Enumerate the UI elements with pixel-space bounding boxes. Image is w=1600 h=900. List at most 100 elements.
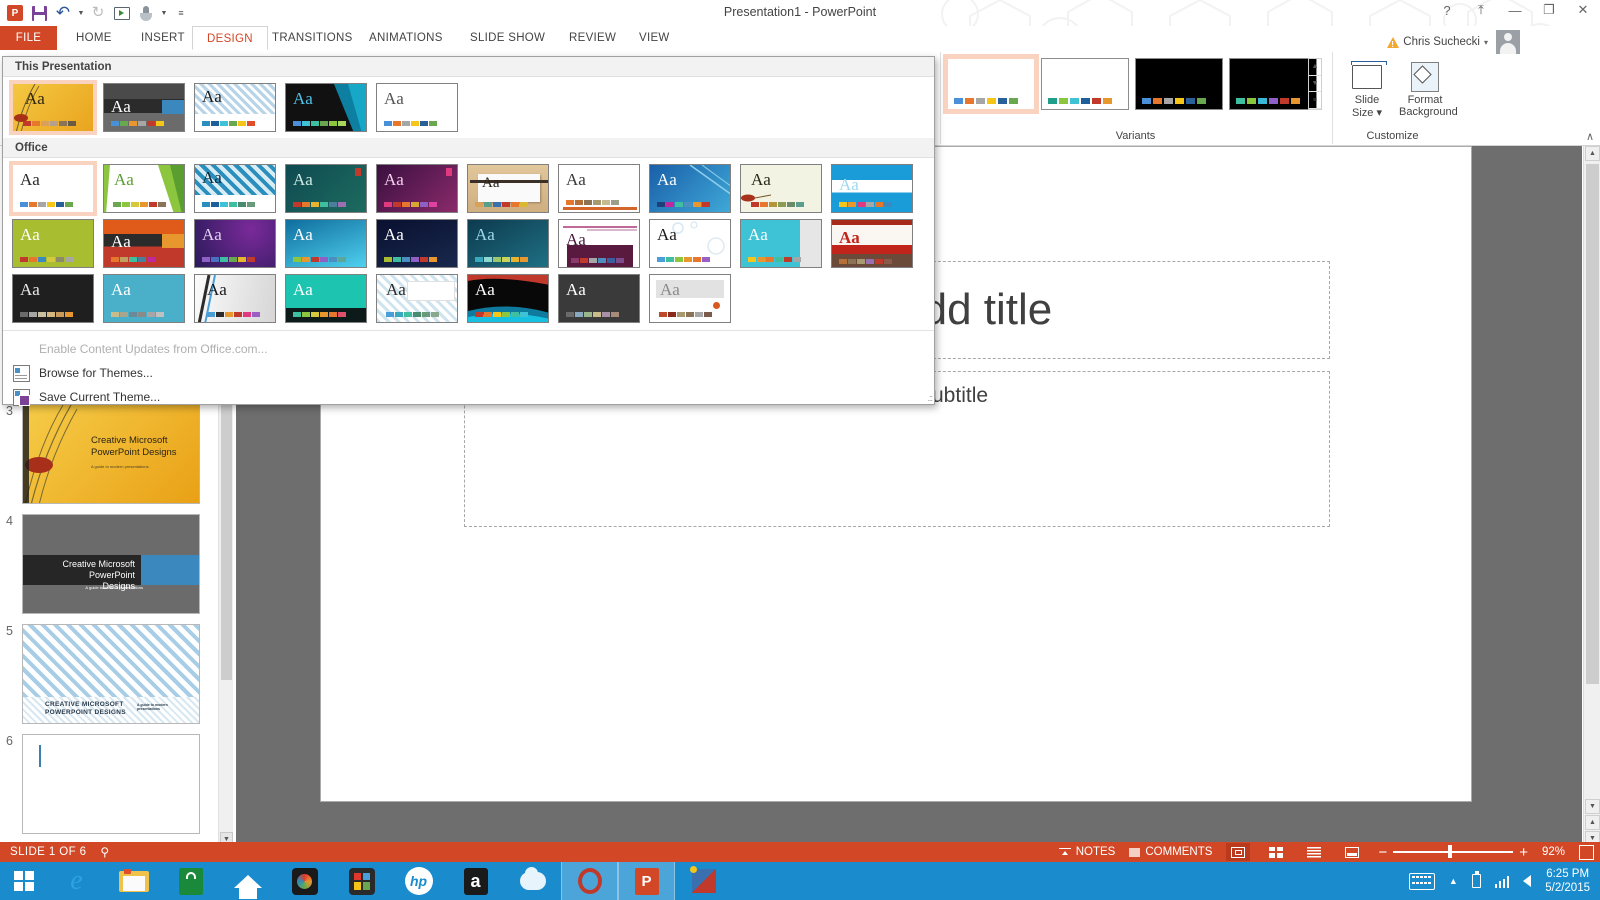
avatar[interactable] [1496, 30, 1520, 54]
theme-ion-boardroom[interactable]: Aa [376, 164, 458, 213]
view-slideshow-button[interactable] [1340, 843, 1364, 861]
variant-3[interactable] [1135, 58, 1223, 110]
tab-review[interactable]: REVIEW [555, 26, 630, 50]
account-area[interactable]: Chris Suchecki ▾ [1387, 30, 1520, 54]
undo-icon[interactable]: ↶ [52, 2, 74, 24]
theme-facet[interactable]: Aa [103, 164, 185, 213]
zoom-track[interactable] [1393, 845, 1514, 859]
tab-animations[interactable]: ANIMATIONS [355, 26, 457, 50]
theme-metropolitan[interactable]: Aa [376, 274, 458, 323]
slide-preview-6[interactable] [22, 734, 200, 834]
variant-2[interactable] [1041, 58, 1129, 110]
theme-mesh[interactable]: Aa [285, 274, 367, 323]
3d-builder-icon[interactable] [675, 862, 732, 900]
theme-slice[interactable]: Aa [649, 164, 731, 213]
variants-more-icon[interactable]: ≡ [1309, 92, 1321, 110]
collapse-ribbon-button[interactable]: ∧ [1586, 130, 1594, 143]
variants-scroll-down-icon[interactable]: ▼ [1309, 76, 1321, 93]
amazon-icon[interactable]: a [447, 862, 504, 900]
zoom-out-button[interactable]: − [1378, 844, 1387, 861]
clock[interactable]: 6:25 PM 5/2/2015 [1545, 867, 1590, 895]
theme-banded[interactable]: Aa [831, 164, 913, 213]
theme-wisp[interactable]: Aa [740, 164, 822, 213]
store-icon[interactable] [162, 862, 219, 900]
hp-icon[interactable]: hp [390, 862, 447, 900]
puzzle-icon[interactable] [333, 862, 390, 900]
theme-office[interactable]: Aa [9, 161, 97, 216]
powerpoint-logo-icon[interactable]: P [4, 2, 26, 24]
tab-design[interactable]: DESIGN [192, 26, 268, 50]
slide-preview-5[interactable]: CREATIVE MICROSOFT POWERPOINT DESIGNS A … [22, 624, 200, 724]
theme-ion-dark[interactable]: Aa [285, 83, 367, 132]
theme-dark-banded[interactable]: Aa [103, 83, 185, 132]
zoom-level[interactable]: 92% [1542, 846, 1565, 858]
close-button[interactable]: ✕ [1572, 2, 1594, 18]
slide-thumb-5[interactable]: 5 CREATIVE MICROSOFT POWERPOINT DESIGNS … [6, 624, 200, 724]
camera-icon[interactable] [276, 862, 333, 900]
internet-explorer-icon[interactable]: e [48, 862, 105, 900]
save-current-theme-item[interactable]: Save Current Theme... [3, 385, 934, 409]
browse-for-themes-item[interactable]: Browse for Themes... [3, 361, 934, 385]
theme-integral[interactable]: Aa [194, 164, 276, 213]
theme-damask-blue[interactable]: Aa [194, 83, 276, 132]
view-slide-sorter-button[interactable] [1264, 843, 1288, 861]
format-background-button[interactable]: Format Background [1399, 60, 1458, 119]
speaker-icon[interactable] [1523, 875, 1532, 887]
variants-scrollbar[interactable]: ▲ ▼ ≡ [1308, 58, 1322, 110]
slide-thumb-6[interactable]: 6 [6, 734, 200, 834]
slide-thumb-4[interactable]: 4 Creative Microsoft PowerPoint Designs … [6, 514, 200, 614]
undo-dropdown-icon[interactable]: ▼ [76, 2, 85, 24]
home-icon[interactable] [219, 862, 276, 900]
notes-button[interactable]: NOTES [1058, 846, 1115, 858]
show-hidden-icons-button[interactable]: ▲ [1449, 876, 1458, 886]
view-normal-button[interactable] [1226, 843, 1251, 861]
account-dropdown-icon[interactable]: ▾ [1484, 38, 1488, 47]
redo-icon[interactable]: ↻ [87, 2, 109, 24]
restore-button[interactable]: ❐ [1538, 2, 1560, 18]
theme-berlin[interactable]: Aa [103, 219, 185, 268]
theme-ion-light[interactable]: Aa [194, 274, 276, 323]
touch-mode-icon[interactable] [135, 2, 157, 24]
tab-home[interactable]: HOME [62, 26, 126, 50]
touch-mode-dropdown-icon[interactable]: ▼ [159, 2, 168, 24]
ribbon-display-options-button[interactable]: ⤒ [1470, 2, 1492, 18]
editor-scroll-up-icon[interactable]: ▲ [1585, 146, 1600, 161]
tab-insert[interactable]: INSERT [127, 26, 199, 50]
theme-headlines[interactable]: Aa [103, 274, 185, 323]
customize-qat-icon[interactable]: ≡ [170, 2, 192, 24]
theme-facet-teal[interactable]: Aa [740, 219, 822, 268]
theme-dividend[interactable]: Aa [558, 219, 640, 268]
slide-counter[interactable]: SLIDE 1 OF 6 [10, 846, 86, 858]
help-button[interactable]: ? [1436, 3, 1458, 18]
tab-view[interactable]: VIEW [625, 26, 684, 50]
signal-icon[interactable] [1494, 875, 1510, 888]
theme-droplet[interactable]: Aa [649, 219, 731, 268]
slide-preview-4[interactable]: Creative Microsoft PowerPoint Designs A … [22, 514, 200, 614]
cloud-icon[interactable] [504, 862, 561, 900]
gallery-resize-grip[interactable]: .:: [927, 393, 932, 403]
tab-transitions[interactable]: TRANSITIONS [258, 26, 367, 50]
file-explorer-icon[interactable] [105, 862, 162, 900]
theme-frame[interactable]: Aa [831, 219, 913, 268]
theme-circuit[interactable]: Aa [285, 219, 367, 268]
theme-retrospect[interactable]: Aa [558, 164, 640, 213]
editor-scroll-down-icon[interactable]: ▼ [1585, 799, 1600, 814]
minimize-button[interactable]: — [1504, 3, 1526, 18]
theme-ion[interactable]: Aa [285, 164, 367, 213]
slide-area-scrollbar[interactable]: ▲ ▼ ▲ ▼ [1583, 146, 1600, 846]
previous-slide-button[interactable]: ▲ [1585, 815, 1600, 830]
theme-parallax[interactable]: Aa [467, 274, 549, 323]
start-slideshow-icon[interactable] [111, 2, 133, 24]
opera-icon[interactable] [561, 862, 618, 900]
theme-savon[interactable]: Aa [649, 274, 731, 323]
battery-icon[interactable] [1471, 871, 1481, 888]
theme-organic[interactable]: Aa [467, 164, 549, 213]
theme-facet-gold[interactable]: Aa [9, 80, 97, 135]
theme-basis[interactable]: Aa [12, 219, 94, 268]
slide-size-button[interactable]: Slide Size ▾ [1341, 60, 1393, 119]
slide-preview-3[interactable]: Creative Microsoft PowerPoint Designs A … [22, 404, 200, 504]
zoom-slider[interactable]: − + [1378, 844, 1528, 861]
zoom-thumb[interactable] [1448, 845, 1453, 859]
variant-4[interactable] [1229, 58, 1317, 110]
theme-damask[interactable]: Aa [376, 219, 458, 268]
